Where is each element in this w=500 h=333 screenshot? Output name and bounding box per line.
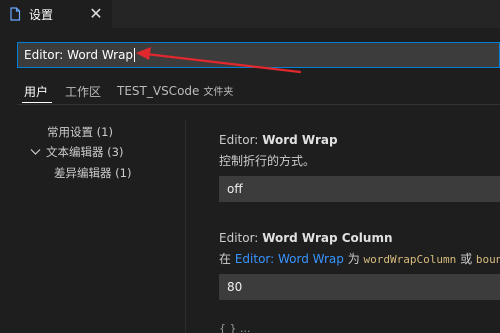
- settings-tab[interactable]: 设置 ✕: [0, 0, 112, 28]
- scope-tab-user[interactable]: 用户: [24, 83, 48, 101]
- word-wrap-column-value: 80: [227, 280, 243, 294]
- scope-tab-workspace-label: 工作区: [65, 85, 102, 99]
- active-scope-indicator: [22, 102, 52, 103]
- toc-item-text-editor[interactable]: 文本编辑器 (3): [46, 144, 123, 160]
- settings-tab-label: 设置: [29, 7, 54, 22]
- setting-word-wrap-name: Word Wrap: [262, 133, 338, 147]
- editor-tab-strip: 设置 ✕: [0, 0, 500, 28]
- desc-prefix: 在: [219, 252, 235, 266]
- search-input-value: Editor: Word Wrap: [24, 48, 134, 62]
- word-wrap-column-input[interactable]: 80: [219, 274, 500, 300]
- chevron-down-icon[interactable]: [30, 146, 41, 159]
- scope-tab-workspace[interactable]: 工作区: [65, 83, 101, 101]
- toc-item-diff-editor-label: 差异编辑器 (1): [54, 166, 132, 180]
- setting-word-wrap-column-category: Editor:: [219, 231, 259, 245]
- text-caret: [134, 48, 136, 62]
- word-wrap-select[interactable]: off: [219, 176, 500, 202]
- scope-tab-folder-suffix: 文件夹: [203, 87, 234, 98]
- file-icon: [8, 7, 22, 21]
- next-setting-partial: { } ...: [219, 322, 251, 333]
- header-divider: [17, 104, 500, 105]
- toc-item-common-label: 常用设置 (1): [47, 125, 113, 139]
- desc-code-bounded: bound: [475, 253, 500, 266]
- toc-item-common[interactable]: 常用设置 (1): [47, 124, 113, 140]
- settings-search-input[interactable]: Editor: Word Wrap: [17, 42, 500, 68]
- setting-word-wrap-title: Editor: Word Wrap: [219, 133, 338, 147]
- desc-mid: 为: [343, 252, 364, 266]
- setting-word-wrap-column-title: Editor: Word Wrap Column: [219, 231, 393, 245]
- scope-tab-user-label: 用户: [24, 85, 49, 99]
- setting-word-wrap-description: 控制折行的方式。: [219, 154, 316, 168]
- scope-tab-folder-label: TEST_VSCode: [117, 84, 200, 98]
- toc-item-diff-editor[interactable]: 差异编辑器 (1): [54, 165, 131, 181]
- word-wrap-select-value: off: [227, 182, 243, 196]
- close-icon[interactable]: ✕: [86, 4, 106, 24]
- desc-code-wordwrapcolumn: wordWrapColumn: [363, 253, 457, 266]
- word-wrap-link[interactable]: Editor: Word Wrap: [235, 252, 344, 266]
- setting-word-wrap-column-description: 在 Editor: Word Wrap 为 wordWrapColumn 或 b…: [219, 250, 500, 267]
- desc-mid2: 或: [456, 252, 476, 266]
- scope-tab-folder[interactable]: TEST_VSCode 文件夹: [117, 83, 233, 101]
- setting-word-wrap-column-name: Word Wrap Column: [262, 231, 393, 245]
- setting-word-wrap-category: Editor:: [219, 133, 259, 147]
- toc-item-text-editor-label: 文本编辑器 (3): [46, 145, 124, 159]
- toc-divider: [185, 120, 186, 333]
